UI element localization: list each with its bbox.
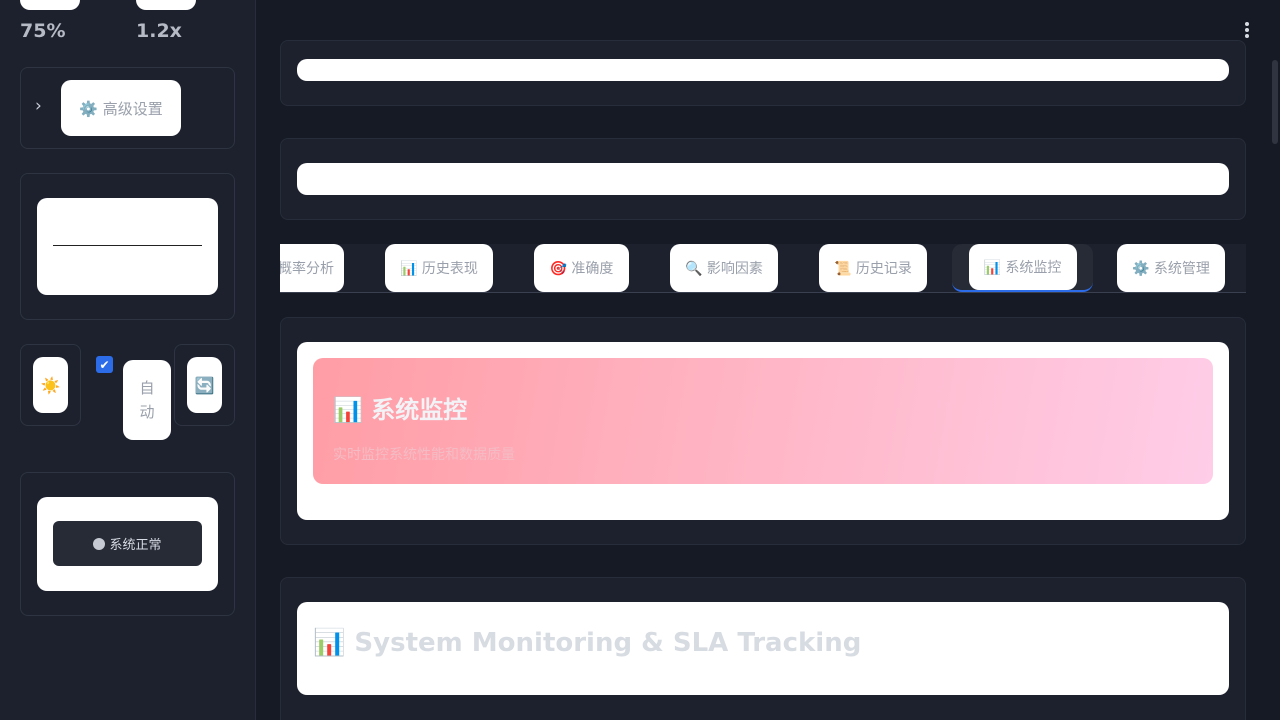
system-status-label: 系统正常	[109, 538, 162, 553]
system-status-button[interactable]: 系统正常	[53, 521, 202, 566]
metric-right-pill	[136, 0, 196, 10]
tab-label: 🎯 准确度	[549, 261, 614, 277]
more-menu-icon[interactable]	[1245, 22, 1249, 38]
sla-title: 📊 System Monitoring & SLA Tracking	[313, 628, 862, 658]
tab-history-performance[interactable]: 📊 历史表现	[385, 244, 493, 292]
divider	[53, 245, 202, 246]
refresh-box: 🔄	[174, 344, 235, 426]
hero-banner: 📊 系统监控 实时监控系统性能和数据质量	[313, 358, 1213, 484]
tab-system-management[interactable]: ⚙️ 系统管理	[1117, 244, 1225, 292]
status-white-card: 系统正常	[37, 497, 218, 591]
sidebar: 75% 1.2x › ⚙️ 高级设置 ☀️ ✔ 自动 🔄 系统正常	[0, 0, 256, 720]
advanced-settings-expander[interactable]: › ⚙️ 高级设置	[20, 67, 235, 149]
refresh-button[interactable]: 🔄	[187, 357, 222, 413]
chevron-right-icon[interactable]: ›	[35, 96, 42, 116]
tab-label: 概率分析	[280, 261, 334, 277]
auto-refresh-button[interactable]: 自动	[123, 360, 171, 440]
tab-system-monitoring[interactable]: 📊 系统监控	[952, 244, 1093, 292]
tab-label: 📊 历史表现	[400, 261, 478, 277]
tab-factors[interactable]: 🔍 影响因素	[670, 244, 778, 292]
auto-refresh-label: 自动	[139, 379, 155, 421]
hero-title: 📊 系统监控	[333, 396, 468, 424]
tab-label: 🔍 影响因素	[685, 261, 763, 277]
tab-history-records[interactable]: 📜 历史记录	[819, 244, 927, 292]
metric-left-pill	[20, 0, 80, 10]
tab-label: 📜 历史记录	[834, 261, 912, 277]
top-input-bar[interactable]	[297, 59, 1229, 81]
advanced-settings-button[interactable]: ⚙️ 高级设置	[61, 80, 181, 136]
metric-left-value: 75%	[20, 20, 66, 42]
second-panel	[280, 138, 1246, 220]
top-panel	[280, 40, 1246, 106]
status-dot-icon	[93, 537, 106, 550]
hero-subtitle: 实时监控系统性能和数据质量	[333, 447, 515, 463]
sla-panel: 📊 System Monitoring & SLA Tracking	[280, 577, 1246, 720]
metric-right-value: 1.2x	[136, 20, 182, 42]
sla-card: 📊 System Monitoring & SLA Tracking	[297, 602, 1229, 695]
refresh-icon: 🔄	[194, 375, 215, 395]
monitoring-card: 📊 系统监控 实时监控系统性能和数据质量	[297, 342, 1229, 520]
tab-bar: 概率分析 📊 历史表现 🎯 准确度 🔍 影响因素 📜 历史记录 📊 系统监控 ⚙…	[280, 244, 1246, 293]
theme-toggle-box: ☀️	[20, 344, 81, 426]
tab-label: ⚙️ 系统管理	[1132, 261, 1210, 277]
sidebar-card	[20, 173, 235, 320]
tab-label: 📊 系统监控	[983, 260, 1062, 276]
theme-toggle-button[interactable]: ☀️	[33, 357, 68, 413]
status-card: 系统正常	[20, 472, 235, 616]
second-input-bar[interactable]	[297, 163, 1229, 195]
tab-inner: 📊 系统监控	[968, 244, 1077, 290]
tab-accuracy[interactable]: 🎯 准确度	[534, 244, 629, 292]
sidebar-white-card	[37, 198, 218, 295]
sun-icon: ☀️	[40, 375, 61, 395]
monitoring-panel: 📊 系统监控 实时监控系统性能和数据质量	[280, 317, 1246, 545]
scrollbar[interactable]	[1272, 60, 1278, 144]
advanced-settings-label: ⚙️ 高级设置	[79, 99, 163, 118]
tab-probability[interactable]: 概率分析	[280, 244, 344, 292]
auto-refresh-checkbox[interactable]: ✔	[96, 356, 113, 373]
